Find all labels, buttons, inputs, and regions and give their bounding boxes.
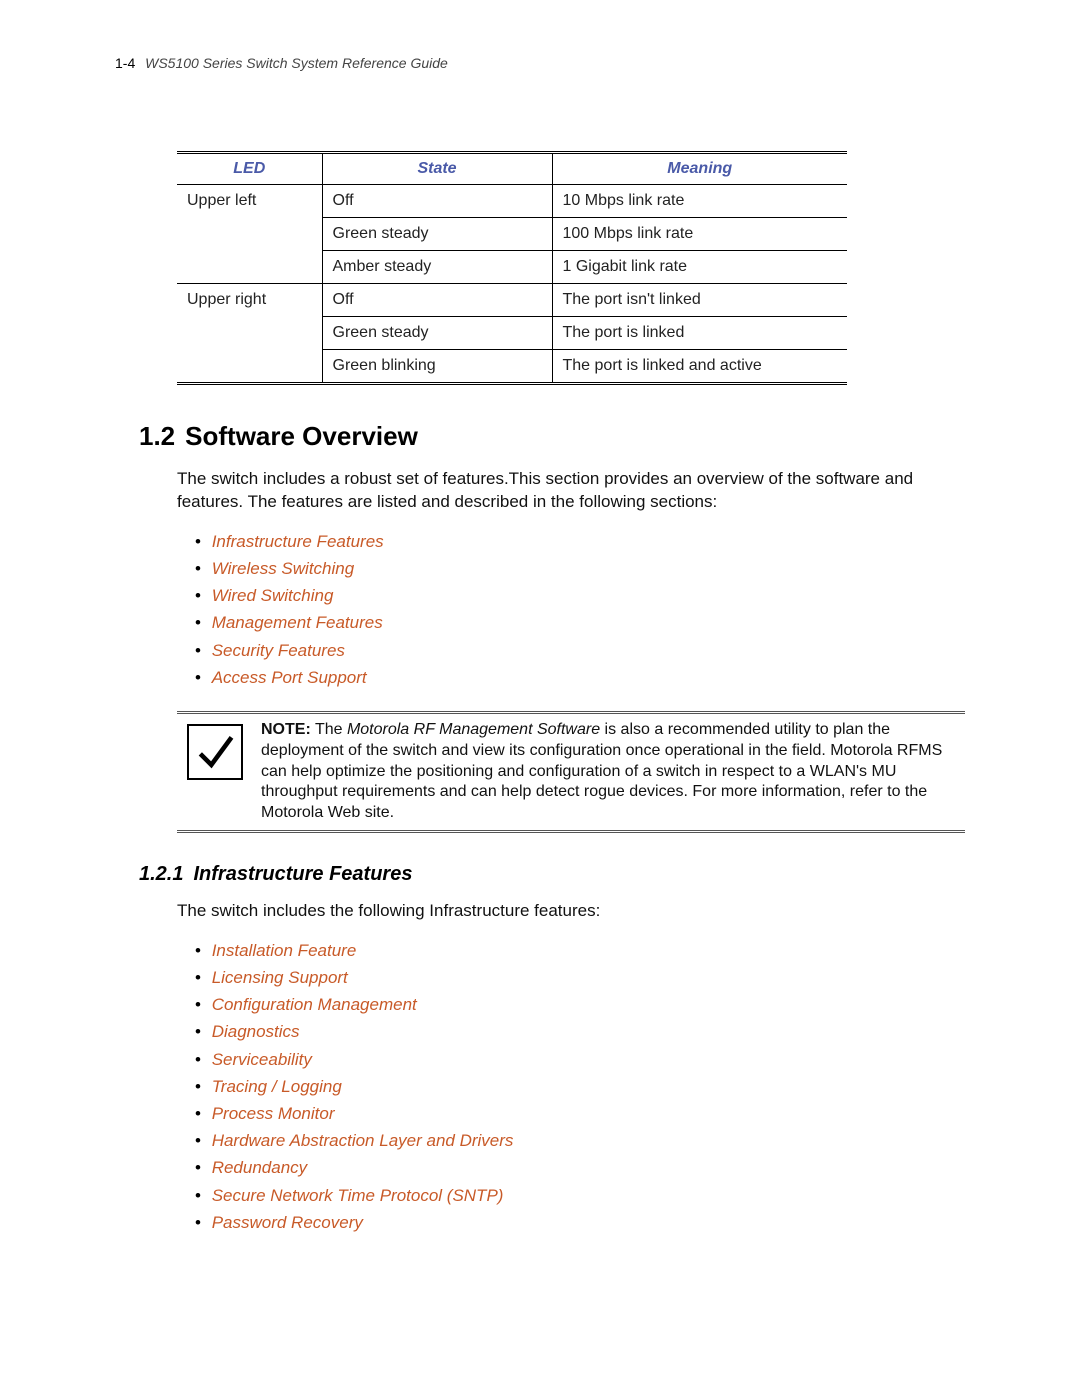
- running-header: 1-4 WS5100 Series Switch System Referenc…: [115, 55, 965, 71]
- cell-state: Amber steady: [322, 251, 552, 284]
- link-tracing-logging[interactable]: Tracing / Logging: [195, 1073, 965, 1100]
- heading-software-overview: 1.2 Software Overview: [139, 421, 965, 452]
- note-box: NOTE: The Motorola RF Management Softwar…: [177, 711, 965, 833]
- th-state: State: [322, 153, 552, 185]
- cell-meaning: The port isn't linked: [552, 284, 847, 317]
- cell-state: Off: [322, 185, 552, 218]
- table-row: Green blinking The port is linked and ac…: [177, 350, 847, 384]
- cell-meaning: The port is linked and active: [552, 350, 847, 384]
- checkmark-icon: [187, 724, 243, 780]
- link-installation-feature[interactable]: Installation Feature: [195, 937, 965, 964]
- cell-led: Upper left: [177, 185, 322, 218]
- cell-state: Green blinking: [322, 350, 552, 384]
- link-serviceability[interactable]: Serviceability: [195, 1046, 965, 1073]
- table-row: Amber steady 1 Gigabit link rate: [177, 251, 847, 284]
- link-sntp[interactable]: Secure Network Time Protocol (SNTP): [195, 1182, 965, 1209]
- note-lead: NOTE:: [261, 721, 311, 738]
- link-password-recovery[interactable]: Password Recovery: [195, 1209, 965, 1236]
- page-number: 1-4: [115, 55, 135, 71]
- cell-meaning: 1 Gigabit link rate: [552, 251, 847, 284]
- cell-led: [177, 317, 322, 350]
- link-management-features[interactable]: Management Features: [195, 609, 965, 636]
- table-row: Green steady The port is linked: [177, 317, 847, 350]
- cell-led: [177, 218, 322, 251]
- th-led: LED: [177, 153, 322, 185]
- th-meaning: Meaning: [552, 153, 847, 185]
- led-table: LED State Meaning Upper left Off 10 Mbps…: [177, 151, 847, 385]
- table-row: Green steady 100 Mbps link rate: [177, 218, 847, 251]
- cell-state: Green steady: [322, 218, 552, 251]
- heading-number: 1.2.1: [139, 863, 183, 885]
- section-intro: The switch includes a robust set of feat…: [177, 468, 965, 514]
- cell-state: Green steady: [322, 317, 552, 350]
- link-process-monitor[interactable]: Process Monitor: [195, 1100, 965, 1127]
- cell-meaning: 10 Mbps link rate: [552, 185, 847, 218]
- link-wired-switching[interactable]: Wired Switching: [195, 582, 965, 609]
- link-infrastructure-features[interactable]: Infrastructure Features: [195, 528, 965, 555]
- heading-number: 1.2: [139, 421, 175, 451]
- note-text: NOTE: The Motorola RF Management Softwar…: [261, 720, 965, 824]
- table-row: Upper left Off 10 Mbps link rate: [177, 185, 847, 218]
- heading-text: Infrastructure Features: [193, 863, 412, 885]
- table-row: Upper right Off The port isn't linked: [177, 284, 847, 317]
- note-em: Motorola RF Management Software: [347, 721, 600, 738]
- link-security-features[interactable]: Security Features: [195, 637, 965, 664]
- link-licensing-support[interactable]: Licensing Support: [195, 964, 965, 991]
- heading-text: Software Overview: [185, 421, 418, 451]
- link-access-port-support[interactable]: Access Port Support: [195, 664, 965, 691]
- doc-title: WS5100 Series Switch System Reference Gu…: [145, 55, 448, 71]
- infrastructure-link-list: Installation Feature Licensing Support C…: [195, 937, 965, 1236]
- feature-link-list: Infrastructure Features Wireless Switchi…: [195, 528, 965, 691]
- link-wireless-switching[interactable]: Wireless Switching: [195, 555, 965, 582]
- cell-led: [177, 251, 322, 284]
- link-redundancy[interactable]: Redundancy: [195, 1154, 965, 1181]
- link-hal-drivers[interactable]: Hardware Abstraction Layer and Drivers: [195, 1127, 965, 1154]
- cell-meaning: 100 Mbps link rate: [552, 218, 847, 251]
- heading-infrastructure-features: 1.2.1 Infrastructure Features: [139, 863, 965, 886]
- cell-led: Upper right: [177, 284, 322, 317]
- subsection-intro: The switch includes the following Infras…: [177, 900, 965, 923]
- cell-meaning: The port is linked: [552, 317, 847, 350]
- note-pre: The: [311, 721, 347, 738]
- page-content: 1-4 WS5100 Series Switch System Referenc…: [0, 0, 1080, 1316]
- link-diagnostics[interactable]: Diagnostics: [195, 1018, 965, 1045]
- cell-led: [177, 350, 322, 384]
- link-configuration-mgmt[interactable]: Configuration Management: [195, 991, 965, 1018]
- table-header-row: LED State Meaning: [177, 153, 847, 185]
- cell-state: Off: [322, 284, 552, 317]
